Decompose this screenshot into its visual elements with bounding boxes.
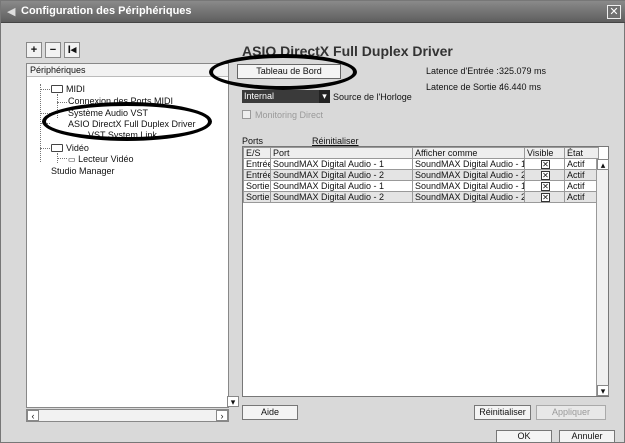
tree-node-video[interactable]: Vidéo [51,143,89,154]
ports-table: E/S Port Afficher comme Visible État Ent… [242,146,609,397]
column-header[interactable]: État [564,147,599,159]
port-cell: SoundMAX Digital Audio - 1 [270,158,413,170]
state-cell[interactable]: Actif [564,191,599,203]
state-cell[interactable]: Actif [564,158,599,170]
visible-cell: ✕ [524,191,565,203]
annotation-ring [42,102,212,141]
app-logo-icon: ◀ [7,6,16,18]
tree-header: Périphériques [27,64,228,77]
input-latency-label: Latence d'Entrée : [426,66,499,76]
window-title: Configuration des Périphériques [21,5,192,17]
tree-node-midi[interactable]: MIDI [51,84,85,95]
reset-device-button[interactable]: I◂ [64,42,80,58]
io-cell: Sortie [243,180,271,192]
display-name-cell[interactable]: SoundMAX Digital Audio - 1 [412,158,525,170]
visible-cell: ✕ [524,180,565,192]
visible-checkbox[interactable]: ✕ [541,159,550,169]
chevron-down-icon[interactable]: ▾ [227,396,239,407]
chevron-down-icon[interactable]: ▾ [319,90,330,103]
column-header[interactable]: E/S [243,147,271,159]
tree-connector [40,89,50,90]
state-cell[interactable]: Actif [564,169,599,181]
table-header-row: E/S Port Afficher comme Visible État [243,147,599,159]
ok-button[interactable]: OK [496,430,552,443]
close-button[interactable]: ✕ [607,5,621,19]
tree-horizontal-scrollbar[interactable]: ‹ › [26,409,229,422]
visible-cell: ✕ [524,158,565,170]
chevron-up-icon[interactable]: ▴ [597,159,609,170]
output-latency-label: Latence de Sortie : [426,82,502,92]
reset-ports-link[interactable]: Réinitialiser [312,136,359,146]
column-header[interactable]: Visible [524,147,565,159]
tree-node-label: Studio Manager [51,166,115,176]
folder-icon [51,144,63,152]
visible-checkbox[interactable]: ✕ [541,192,550,202]
clock-source-label: Source de l'Horloge [333,92,412,102]
direct-monitoring-label: Monitoring Direct [255,110,324,120]
table-vertical-scrollbar[interactable]: ▴ ▾ [596,159,609,396]
table-row[interactable]: Sortie SoundMAX Digital Audio - 2 SoundM… [243,191,599,203]
video-icon: ▭ [68,155,76,164]
table-row[interactable]: Entrée SoundMAX Digital Audio - 1 SoundM… [243,158,599,170]
direct-monitoring-checkbox[interactable] [242,110,251,119]
display-name-cell[interactable]: SoundMAX Digital Audio - 1 [412,180,525,192]
state-cell[interactable]: Actif [564,180,599,192]
column-header[interactable]: Port [270,147,413,159]
close-icon: ✕ [609,6,619,18]
port-cell: SoundMAX Digital Audio - 2 [270,169,413,181]
table-row[interactable]: Entrée SoundMAX Digital Audio - 2 SoundM… [243,169,599,181]
tree-node-label: Lecteur Vidéo [78,154,134,164]
column-header[interactable]: Afficher comme [412,147,525,159]
io-cell: Entrée [243,158,271,170]
visible-checkbox[interactable]: ✕ [541,170,550,180]
io-cell: Entrée [243,169,271,181]
remove-device-button[interactable]: − [45,42,61,58]
display-name-cell[interactable]: SoundMAX Digital Audio - 2 [412,169,525,181]
tree-node-label: Vidéo [66,143,89,153]
tree-node-label: MIDI [66,84,85,94]
chevron-right-icon[interactable]: › [216,410,228,421]
device-setup-window: ◀ Configuration des Périphériques ✕ + − … [0,0,625,443]
tree-connector [57,102,67,103]
help-button[interactable]: Aide [242,405,298,420]
table-row[interactable]: Sortie SoundMAX Digital Audio - 1 SoundM… [243,180,599,192]
chevron-left-icon[interactable]: ‹ [27,410,39,421]
port-cell: SoundMAX Digital Audio - 1 [270,180,413,192]
apply-button[interactable]: Appliquer [536,405,606,420]
chevron-down-icon[interactable]: ▾ [597,385,609,396]
visible-checkbox[interactable]: ✕ [541,181,550,191]
reset-button[interactable]: Réinitialiser [474,405,531,420]
display-name-cell[interactable]: SoundMAX Digital Audio - 2 [412,191,525,203]
tree-connector [40,148,50,149]
clock-source-select[interactable]: Internal ▾ [242,90,330,103]
clock-source-value: Internal [244,91,275,101]
title-bar: ◀ Configuration des Périphériques ✕ [1,1,625,23]
tree-vertical-scrollbar[interactable]: ▾ [227,63,239,408]
tree-connector [57,158,67,159]
tree-node-video-player[interactable]: ▭ Lecteur Vidéo [68,154,133,165]
annotation-ring [209,54,357,90]
visible-cell: ✕ [524,169,565,181]
ports-label: Ports [242,136,264,146]
output-latency-value: 46.440 ms [499,82,542,92]
input-latency-value: 325.079 ms [499,66,547,76]
cancel-button[interactable]: Annuler [559,430,615,443]
io-cell: Sortie [243,191,271,203]
port-cell: SoundMAX Digital Audio - 2 [270,191,413,203]
tree-node-studio-manager[interactable]: Studio Manager [51,166,115,177]
folder-icon [51,85,63,93]
add-device-button[interactable]: + [26,42,42,58]
